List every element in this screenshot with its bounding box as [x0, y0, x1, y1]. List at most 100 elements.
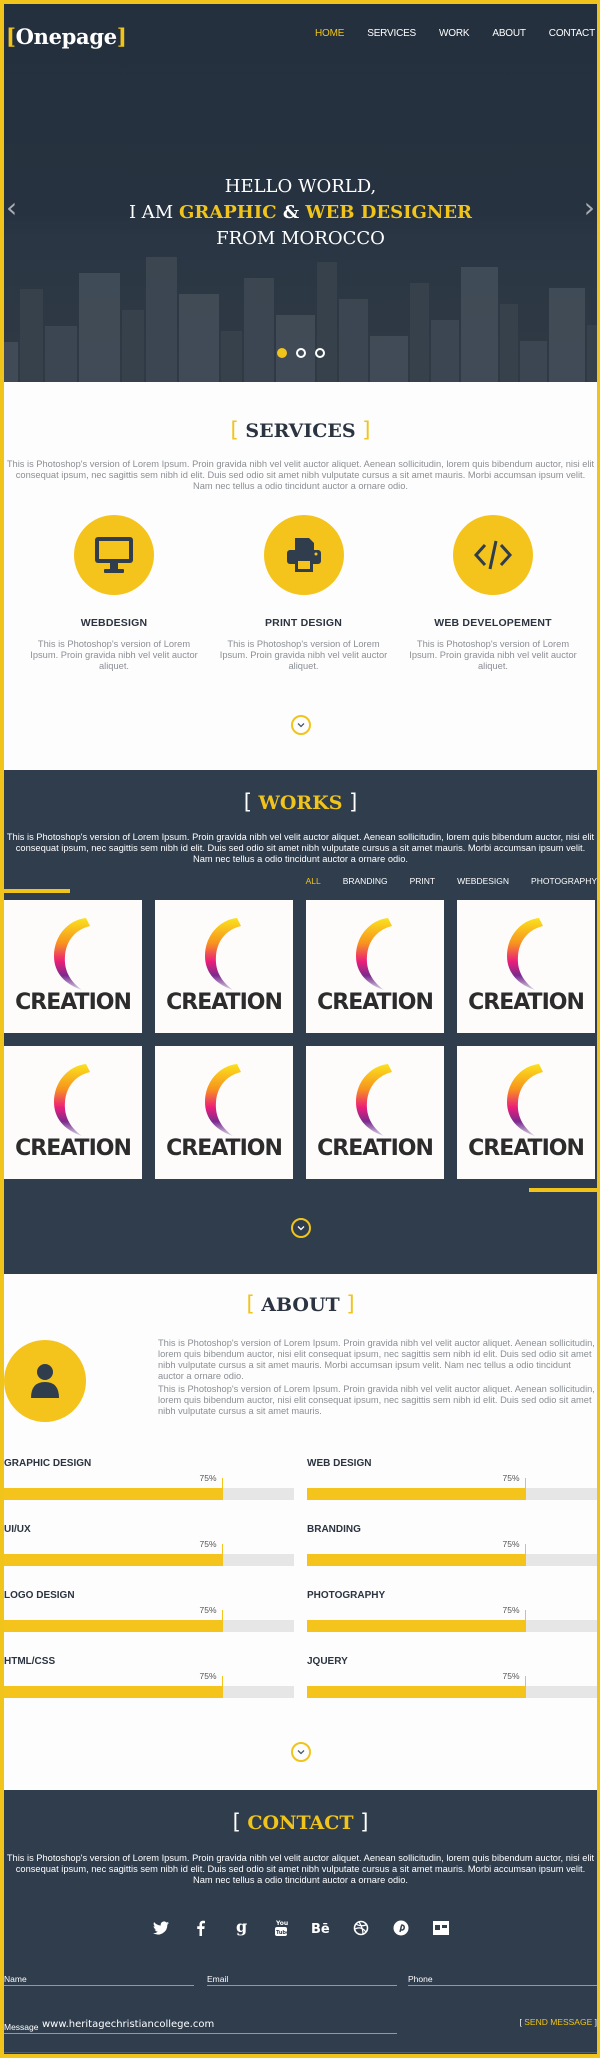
filter-photography[interactable]: PHOTOGRAPHY — [531, 876, 597, 886]
message-field[interactable]: Message www.heritagechristiancollege.com — [4, 2014, 397, 2034]
behance-icon[interactable]: Bē — [311, 1918, 331, 1938]
logo[interactable]: [Onepage] — [6, 24, 127, 49]
send-message-button[interactable]: [ SEND MESSAGE ] — [520, 2017, 598, 2027]
works-grid: CREATION CREATION CREATION CREATION CREATION… — [4, 900, 597, 1179]
dribbble-icon[interactable] — [351, 1918, 371, 1938]
skill-name: GRAPHIC DESIGN — [4, 1458, 92, 1469]
work-caption: CREATION — [317, 990, 434, 1015]
about-title-text: ABOUT — [261, 1294, 340, 1316]
skill-progress-fill — [4, 1488, 222, 1500]
filter-webdesign[interactable]: WEBDESIGN — [457, 876, 509, 886]
name-field[interactable]: Name — [4, 1972, 194, 1986]
bracket-close: ] — [362, 418, 371, 442]
skill-percent: 75% — [502, 1671, 520, 1681]
skill-item: UI/UX 75% — [4, 1520, 294, 1586]
nav-work[interactable]: WORK — [439, 28, 470, 39]
works-filters: ALL BRANDING PRINT WEBDESIGN PHOTOGRAPHY — [284, 876, 597, 886]
skill-progress-marker — [221, 1676, 223, 1698]
building-shape — [500, 304, 518, 382]
building-shape — [410, 283, 429, 382]
monitor-icon — [95, 537, 133, 573]
phone-field[interactable]: Phone — [408, 1972, 597, 1986]
skill-progress-fill — [307, 1554, 525, 1566]
skill-item: WEB DESIGN 75% — [307, 1454, 597, 1520]
brush-logo-graphic — [205, 1064, 241, 1136]
skill-progress-marker — [524, 1544, 526, 1566]
skill-progress-fill — [307, 1620, 525, 1632]
work-item[interactable]: CREATION — [155, 900, 293, 1033]
work-item[interactable]: CREATION — [306, 1046, 444, 1179]
work-caption: CREATION — [468, 1136, 585, 1161]
bracket-close: ] — [592, 2017, 597, 2027]
slider-dot-1[interactable] — [276, 348, 287, 358]
skill-percent: 75% — [199, 1605, 217, 1615]
skill-name: LOGO DESIGN — [4, 1590, 75, 1601]
services-section: [ SERVICES ] This is Photoshop's version… — [4, 382, 597, 770]
bracket-close: ] — [360, 1810, 369, 1834]
work-item[interactable]: CREATION — [4, 900, 142, 1033]
slider-dot-3[interactable] — [314, 348, 325, 358]
skill-item: PHOTOGRAPHY 75% — [307, 1586, 597, 1652]
service-desc: This is Photoshop's version of Lorem Ips… — [219, 639, 388, 671]
email-placeholder: Email — [207, 1974, 229, 1984]
skill-name: JQUERY — [307, 1656, 348, 1667]
footer-divider — [4, 2052, 597, 2053]
service-icon-circle — [453, 515, 533, 595]
logo-text: Onepage — [15, 24, 117, 49]
work-item[interactable]: CREATION — [155, 1046, 293, 1179]
name-placeholder: Name — [4, 1974, 27, 1984]
skill-name: WEB DESIGN — [307, 1458, 372, 1469]
skill-percent: 75% — [199, 1473, 217, 1483]
works-title: [ WORKS ] — [4, 790, 597, 814]
filter-all[interactable]: ALL — [306, 876, 321, 886]
building-shape — [179, 294, 219, 382]
scroll-down-button[interactable] — [290, 715, 311, 735]
work-item[interactable]: CREATION — [457, 900, 595, 1033]
google-icon[interactable]: g — [231, 1918, 251, 1938]
youtube-icon[interactable]: You Tube — [271, 1918, 291, 1938]
nav-about[interactable]: ABOUT — [492, 28, 526, 39]
bracket-open: [ — [232, 1810, 241, 1834]
nav-services[interactable]: SERVICES — [367, 28, 416, 39]
message-placeholder: Message — [4, 2022, 39, 2032]
hero-highlight-graphic: GRAPHIC — [178, 202, 277, 223]
skill-item: HTML/CSS 75% — [4, 1652, 294, 1718]
page-frame: [Onepage] HOME SERVICES WORK ABOUT CONTA… — [0, 0, 600, 2058]
work-item[interactable]: CREATION — [457, 1046, 595, 1179]
scroll-down-button[interactable] — [290, 1218, 311, 1238]
work-caption: CREATION — [166, 1136, 283, 1161]
bracket-close: ] — [346, 1292, 355, 1316]
nav-home[interactable]: HOME — [315, 28, 344, 39]
accent-bar-left — [4, 889, 70, 893]
nav-contact[interactable]: CONTACT — [549, 28, 595, 39]
skill-progress-marker — [524, 1676, 526, 1698]
twitter-icon[interactable] — [151, 1918, 171, 1938]
building-shape — [370, 336, 408, 382]
services-intro: This is Photoshop's version of Lorem Ips… — [6, 459, 595, 491]
works-title-text: WORKS — [258, 792, 343, 814]
filter-branding[interactable]: BRANDING — [343, 876, 388, 886]
pinterest-icon[interactable] — [391, 1918, 411, 1938]
work-caption: CREATION — [15, 1136, 132, 1161]
message-value: www.heritagechristiancollege.com — [42, 2019, 215, 2030]
filter-print[interactable]: PRINT — [410, 876, 436, 886]
building-shape — [317, 262, 337, 382]
slider-dot-2[interactable] — [295, 348, 306, 358]
facebook-icon[interactable] — [191, 1918, 211, 1938]
work-item[interactable]: CREATION — [4, 1046, 142, 1179]
chevron-down-icon — [297, 723, 304, 728]
service-web-development: WEB DEVELOPEMENT This is Photoshop's ver… — [403, 515, 583, 672]
skill-item: GRAPHIC DESIGN 75% — [4, 1454, 294, 1520]
services-title-text: SERVICES — [245, 420, 356, 442]
about-title: [ ABOUT ] — [4, 1292, 597, 1316]
services-list: WEBDESIGN This is Photoshop's version of… — [4, 515, 597, 672]
work-item[interactable]: CREATION — [306, 900, 444, 1033]
building-shape — [339, 299, 368, 382]
deviantart-icon[interactable] — [431, 1918, 451, 1938]
building-shape — [549, 288, 585, 382]
email-field[interactable]: Email — [207, 1972, 397, 1986]
scroll-down-button[interactable] — [290, 1742, 311, 1762]
skill-progress-track — [307, 1544, 597, 1566]
brush-logo-graphic — [205, 918, 241, 990]
bracket-open: [ — [246, 1292, 255, 1316]
